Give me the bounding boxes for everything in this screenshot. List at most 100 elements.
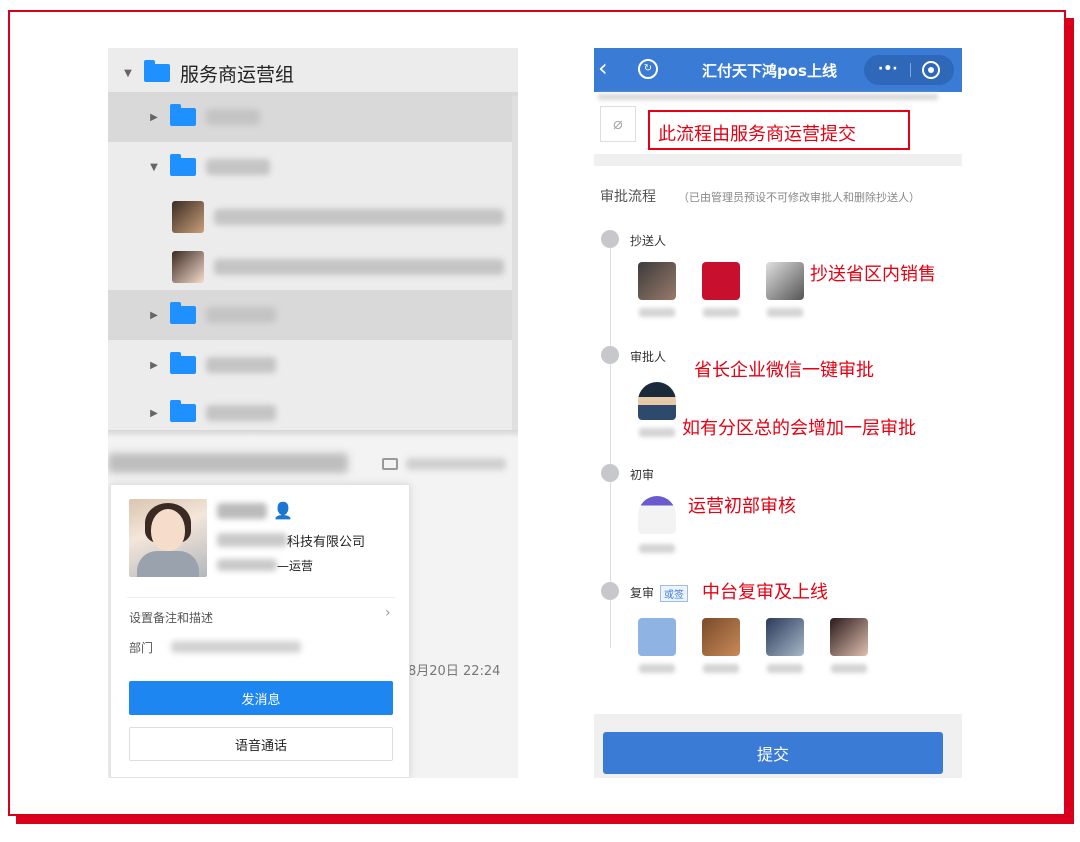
approval-flow: 审批流程 （已由管理员预设不可修改审批人和删除抄送人） 抄送人 抄送省区内销售 … (594, 166, 962, 714)
back-icon[interactable]: ‹ (598, 54, 608, 82)
dept-blurred (217, 559, 277, 571)
approval-phone-panel: ‹ ↻ 汇付天下鸿pos上线 ·•· ⌀ 此流程由服务商运营提交 审批流程 （已… (594, 48, 962, 778)
annotation-box: 此流程由服务商运营提交 (648, 110, 910, 150)
company-suffix: 科技有限公司 (287, 535, 366, 550)
close-target-icon[interactable] (922, 61, 940, 79)
scrollbar[interactable] (512, 96, 518, 436)
company-blurred (217, 533, 287, 547)
avatar-name-blurred (639, 544, 675, 553)
cut-off-text (598, 94, 938, 100)
flow-note: （已由管理员预设不可修改审批人和删除抄送人） (678, 191, 920, 204)
person-icon: 👤 (273, 501, 293, 520)
tree-item[interactable]: ▼ (108, 142, 518, 192)
folder-icon (170, 352, 196, 374)
avatar[interactable] (766, 618, 804, 656)
caret-right-icon[interactable]: ▶ (148, 310, 160, 321)
avatar-name-blurred (703, 308, 739, 317)
avatar (172, 251, 204, 283)
avatar-name-blurred (703, 664, 739, 673)
blurred-label (214, 209, 504, 225)
avatar[interactable] (638, 262, 676, 300)
avatar (172, 201, 204, 233)
annotation-text: 此流程由服务商运营提交 (658, 124, 856, 145)
blurred-label (206, 357, 276, 373)
page-title: 汇付天下鸿pos上线 (702, 62, 837, 80)
step-label: 初审 (630, 468, 655, 482)
divider (108, 430, 518, 438)
annotation-text: 抄送省区内销售 (810, 264, 936, 285)
dept-suffix: —运营 (277, 559, 314, 573)
top-bar: ‹ ↻ 汇付天下鸿pos上线 ·•· (594, 48, 962, 92)
chat-timestamp: 8月20日 22:24 (408, 664, 501, 679)
caret-right-icon[interactable]: ▶ (148, 360, 160, 371)
org-tree: ▼ 服务商运营组 ▶ ▼ ▶ ▶ ▶ (108, 48, 518, 436)
annotation-text: 如有分区总的会增加一层审批 (682, 418, 916, 439)
avatar-name-blurred (639, 664, 675, 673)
divider (127, 597, 395, 598)
bottom-bar: 提交 (594, 714, 962, 778)
step-label: 审批人 (630, 350, 667, 364)
tree-item[interactable]: ▶ (108, 290, 518, 340)
briefcase-icon (382, 458, 398, 470)
avatar[interactable] (702, 618, 740, 656)
attachment-section: ⌀ 此流程由服务商运营提交 (594, 92, 962, 154)
default-avatar-icon[interactable] (638, 618, 676, 656)
dept-value-blurred (171, 641, 301, 653)
annotation-text: 省长企业微信一键审批 (694, 360, 874, 381)
caret-down-icon[interactable]: ▼ (148, 162, 160, 173)
blurred-label (214, 259, 504, 275)
send-icon (601, 230, 619, 248)
annotation-text: 运营初部审核 (688, 496, 796, 517)
chat-meta-blurred (406, 458, 506, 470)
step-label: 抄送人 (630, 234, 667, 248)
avatar[interactable] (766, 262, 804, 300)
profile-name-blurred (217, 503, 267, 519)
caret-down-icon[interactable]: ▼ (122, 68, 134, 79)
blurred-label (206, 307, 276, 323)
dept-label: 部门 (129, 641, 154, 655)
tree-root[interactable]: ▼ 服务商运营组 (108, 48, 518, 98)
blurred-label (206, 109, 260, 125)
avatar-name-blurred (639, 308, 675, 317)
annotation-text: 中台复审及上线 (702, 582, 828, 603)
avatar[interactable] (830, 618, 868, 656)
contacts-panel: ▼ 服务商运营组 ▶ ▼ ▶ ▶ ▶ 8月20日 22:24 👤 科技有限公司 … (108, 48, 518, 778)
or-sign-badge: 或签 (660, 585, 688, 602)
chat-title-blurred (108, 453, 348, 473)
avatar-name-blurred (639, 428, 675, 437)
flow-title: 审批流程 (600, 189, 656, 205)
caret-right-icon[interactable]: ▶ (148, 112, 160, 123)
profile-photo (129, 499, 207, 577)
settings-link[interactable]: 设置备注和描述 (129, 609, 213, 626)
tree-item[interactable]: ▶ (108, 92, 518, 142)
avatar-name-blurred (767, 308, 803, 317)
capsule-menu: ·•· (864, 55, 954, 85)
submit-button[interactable]: 提交 (603, 732, 943, 774)
blurred-label (206, 159, 270, 175)
folder-icon (170, 302, 196, 324)
folder-icon (170, 154, 196, 176)
blurred-label (206, 405, 276, 421)
send-message-button[interactable]: 发消息 (129, 681, 393, 715)
timer-icon[interactable]: ↻ (638, 59, 658, 79)
avatar[interactable] (638, 382, 676, 420)
avatar-name-blurred (767, 664, 803, 673)
avatar[interactable] (702, 262, 740, 300)
folder-icon (170, 400, 196, 422)
avatar-name-blurred (831, 664, 867, 673)
person-icon (601, 346, 619, 364)
tree-member[interactable] (108, 192, 518, 242)
caret-right-icon[interactable]: ▶ (148, 408, 160, 419)
chevron-right-icon[interactable]: › (385, 605, 391, 621)
tree-member[interactable] (108, 242, 518, 292)
voice-call-button[interactable]: 语音通话 (129, 727, 393, 761)
person-icon (601, 464, 619, 482)
tree-item[interactable]: ▶ (108, 340, 518, 390)
step-label: 复审 (630, 586, 655, 600)
tree-root-label: 服务商运营组 (180, 63, 295, 86)
profile-card: 👤 科技有限公司 —运营 设置备注和描述 › 部门 发消息 语音通话 (110, 484, 410, 778)
more-icon[interactable]: ·•· (878, 61, 898, 77)
paperclip-icon[interactable]: ⌀ (600, 106, 636, 142)
avatar[interactable] (638, 496, 676, 534)
folder-icon (170, 104, 196, 126)
